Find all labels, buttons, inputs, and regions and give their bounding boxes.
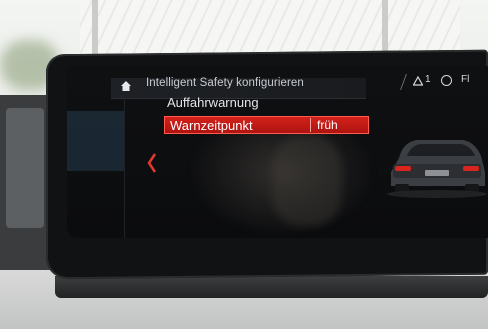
back-chevron-icon[interactable] — [147, 152, 157, 174]
pillar — [92, 0, 98, 60]
roof-reflection — [80, 0, 460, 55]
dashboard-vent — [6, 108, 44, 228]
infotainment-screen: Intelligent Safety konfigurieren 1 Fl Au… — [67, 66, 488, 238]
menu-item-auffahrwarnung[interactable]: Auffahrwarnung — [167, 95, 259, 110]
page-title: Intelligent Safety konfigurieren — [146, 77, 304, 89]
reflection — [272, 136, 342, 226]
divider — [310, 118, 311, 132]
navigation-icon[interactable] — [441, 75, 452, 86]
car-icon — [387, 140, 487, 198]
divider — [124, 98, 125, 238]
status-text: Fl — [461, 74, 470, 85]
status-bar: 1 Fl — [400, 72, 488, 92]
divider — [400, 74, 407, 90]
home-icon[interactable] — [120, 80, 132, 92]
photo-background: Intelligent Safety konfigurieren 1 Fl Au… — [0, 0, 488, 329]
menu-item-label: Warnzeitpunkt — [170, 118, 253, 133]
glare — [67, 111, 125, 171]
menu-item-warnzeitpunkt[interactable]: Warnzeitpunkt früh — [164, 116, 369, 134]
warning-triangle-icon[interactable] — [413, 76, 423, 86]
menu-item-value: früh — [317, 118, 338, 132]
screen-sill — [55, 276, 488, 298]
warning-count: 1 — [425, 74, 431, 85]
